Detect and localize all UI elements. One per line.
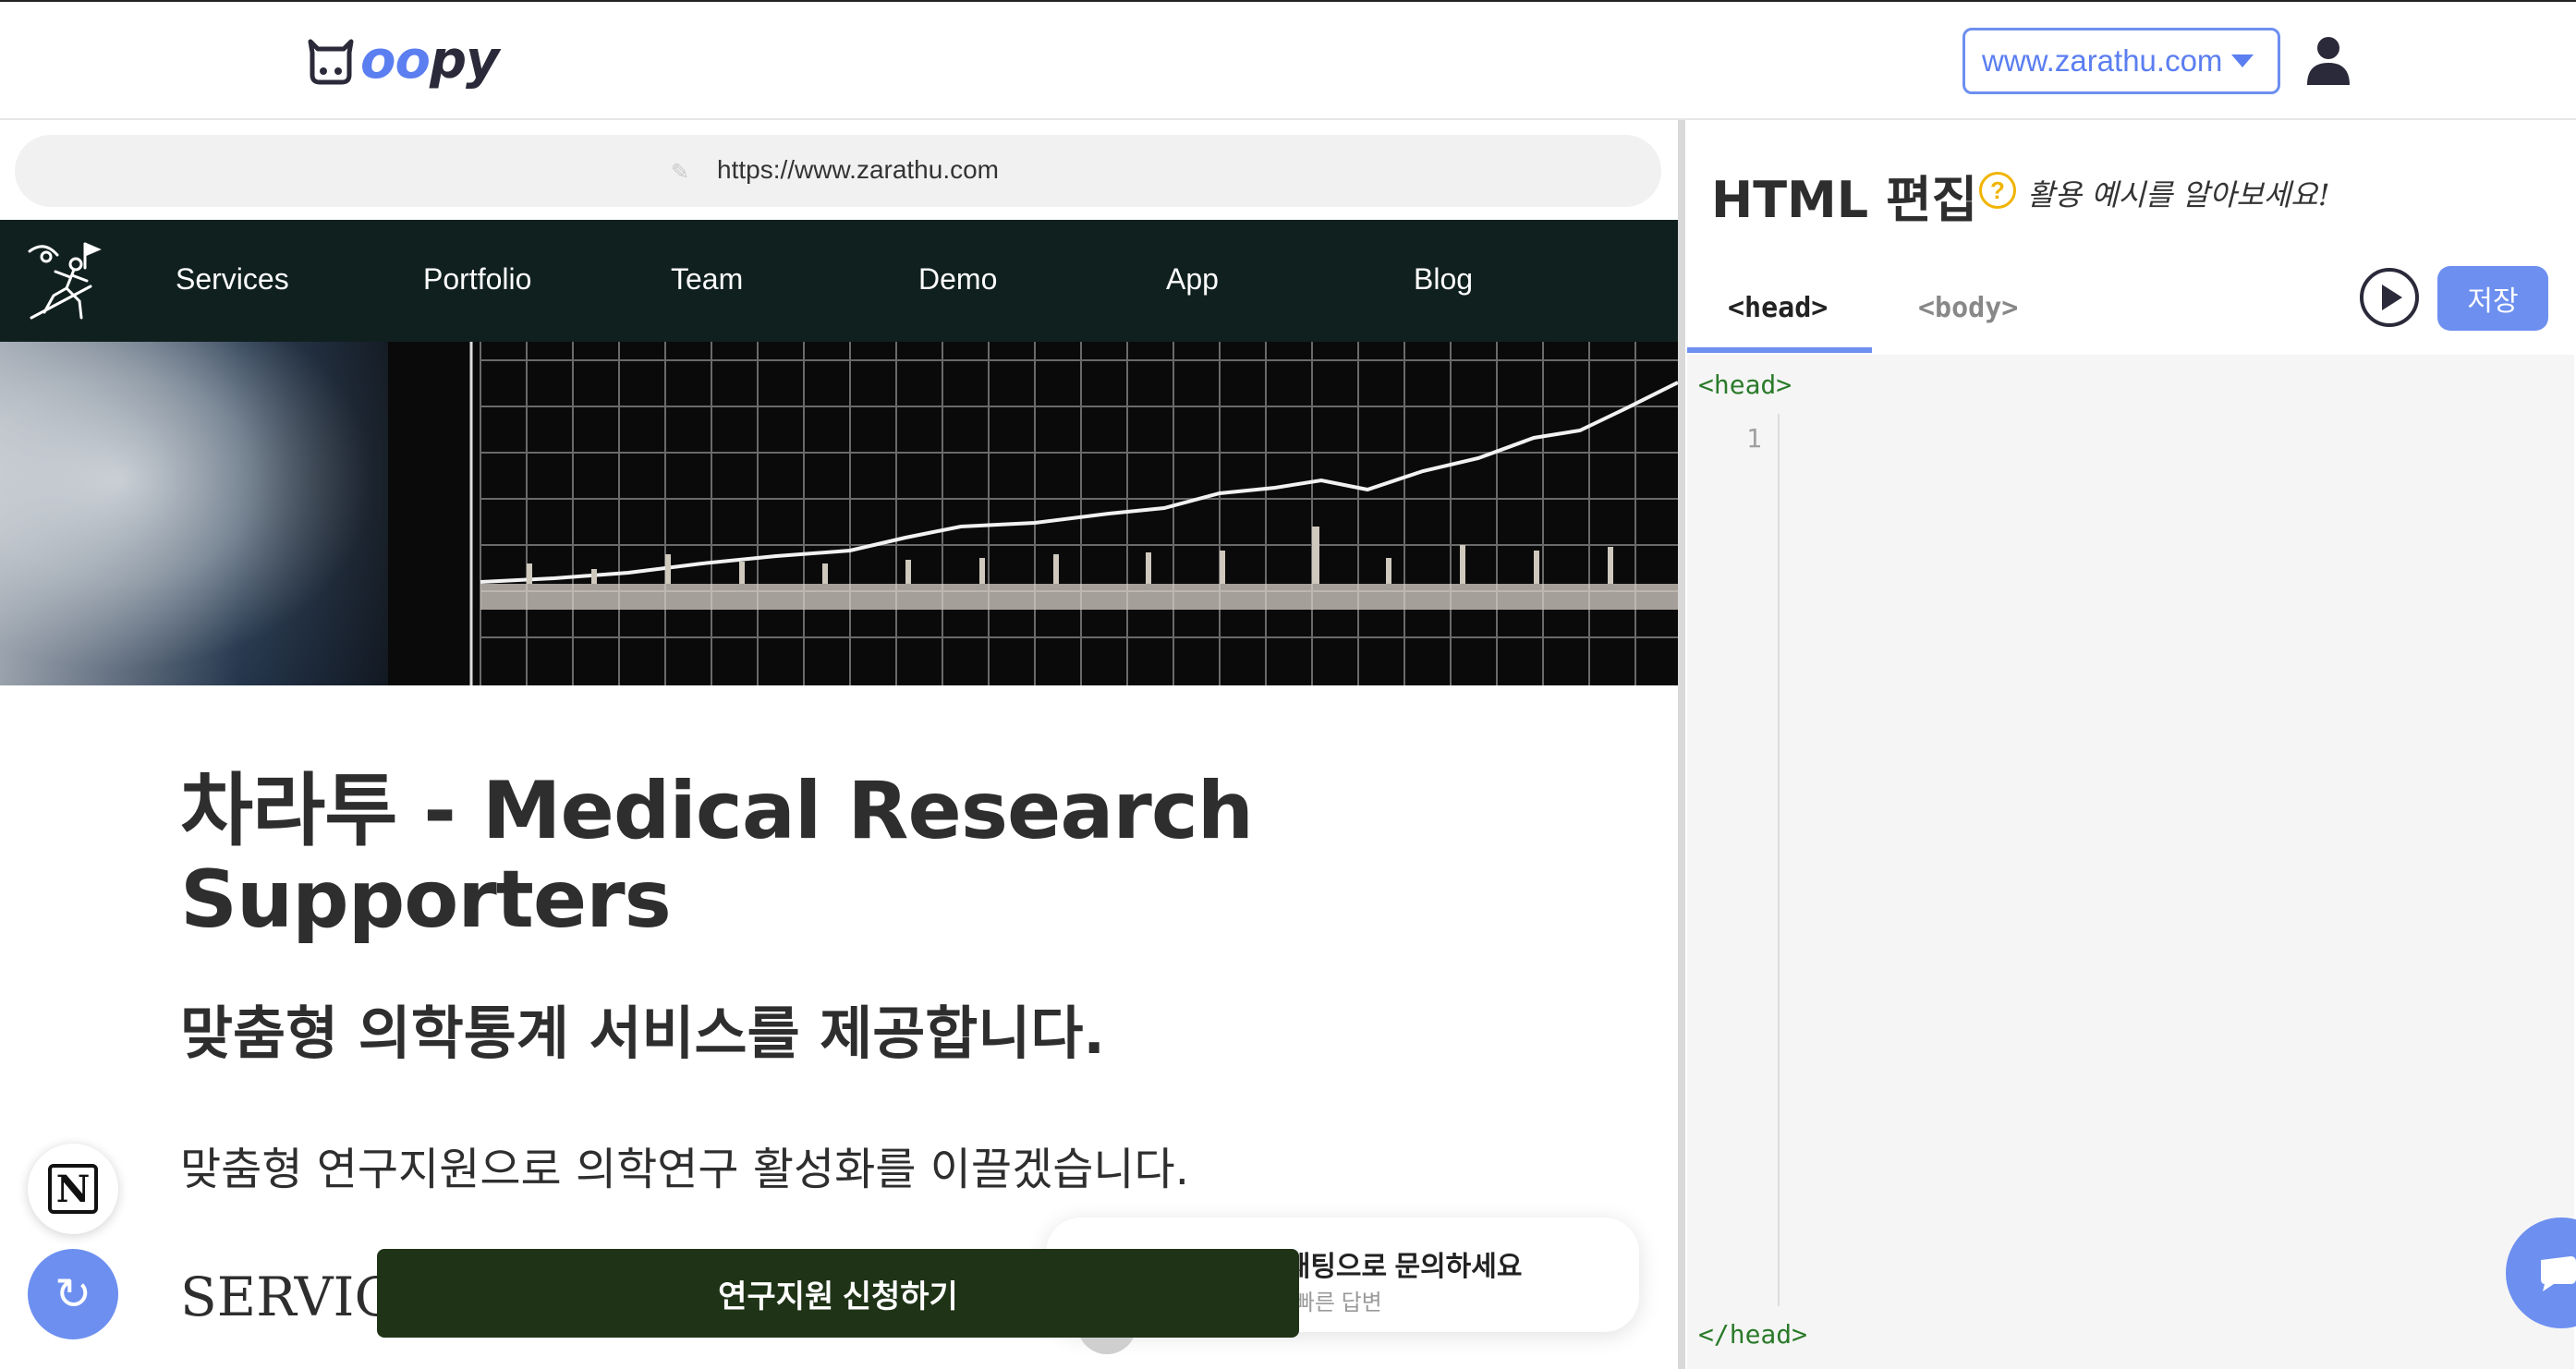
active-tab-indicator xyxy=(1687,347,1872,353)
oopy-logo[interactable]: oopy xyxy=(305,30,500,91)
chevron-down-icon xyxy=(2231,55,2254,67)
code-open-tag: <head> xyxy=(1698,370,1792,400)
play-icon xyxy=(2382,285,2402,310)
line-number: 1 xyxy=(1746,423,1762,454)
tab-body[interactable]: <body> xyxy=(1918,292,2018,324)
tab-head[interactable]: <head> xyxy=(1728,292,1828,324)
notion-icon: N xyxy=(48,1164,98,1214)
page-title: 차라투 - Medical Research Supporters xyxy=(180,765,1254,946)
chat-widget-button[interactable] xyxy=(2506,1218,2576,1328)
site-preview: ✎ https://www.zarathu.com Services Portf… xyxy=(0,120,1678,1369)
refresh-button[interactable]: ↻ xyxy=(28,1249,118,1339)
apply-research-support-button[interactable]: 연구지원 신청하기 xyxy=(377,1249,1299,1338)
nav-demo[interactable]: Demo xyxy=(918,262,997,297)
preview-url: https://www.zarathu.com xyxy=(717,155,1000,184)
refresh-icon: ↻ xyxy=(54,1270,92,1319)
site-navbar: Services Portfolio Team Demo App Blog xyxy=(0,220,1678,342)
code-close-tag: </head> xyxy=(1698,1319,1808,1350)
panel-divider[interactable] xyxy=(1678,120,1685,1369)
save-button[interactable]: 저장 xyxy=(2437,266,2548,331)
page-tagline: 맞춤형 연구지원으로 의학연구 활성화를 이끌겠습니다. xyxy=(180,1144,1189,1195)
html-editor-panel: HTML 편집 ? 활용 예시를 알아보세요! <head> <body> 저장… xyxy=(1685,120,2576,1369)
chat-icon xyxy=(2541,1256,2576,1291)
cow-logo-icon xyxy=(308,39,354,85)
top-bar: oopy www.zarathu.com xyxy=(0,0,2576,120)
code-editor[interactable]: <head> 1 </head> xyxy=(1687,355,2574,1369)
page-subtitle: 맞춤형 의학통계 서비스를 제공합니다. xyxy=(180,999,1105,1067)
domain-select[interactable]: www.zarathu.com xyxy=(1962,28,2280,94)
help-icon[interactable]: ? xyxy=(1979,172,2016,209)
nav-services[interactable]: Services xyxy=(176,262,289,297)
nav-app[interactable]: App xyxy=(1166,262,1219,297)
logo-wordmark: oopy xyxy=(360,30,500,91)
domain-select-value: www.zarathu.com xyxy=(1982,43,2223,78)
help-link[interactable]: 활용 예시를 알아보세요! xyxy=(2027,172,2330,214)
trading-chart-image xyxy=(388,342,1678,685)
notion-button[interactable]: N xyxy=(28,1144,118,1234)
run-preview-button[interactable] xyxy=(2360,268,2419,327)
editor-title: HTML 편집 xyxy=(1711,171,1978,229)
preview-url-bar[interactable]: ✎ https://www.zarathu.com xyxy=(15,135,1661,207)
hero-image xyxy=(0,342,1678,685)
nav-team[interactable]: Team xyxy=(671,262,743,297)
link-icon: ✎ xyxy=(671,160,690,185)
gutter-divider xyxy=(1778,414,1780,1306)
nav-portfolio[interactable]: Portfolio xyxy=(423,262,531,297)
nav-blog[interactable]: Blog xyxy=(1414,262,1473,297)
zarathu-climber-logo-icon[interactable] xyxy=(26,240,103,321)
user-account-icon[interactable] xyxy=(2305,35,2351,85)
